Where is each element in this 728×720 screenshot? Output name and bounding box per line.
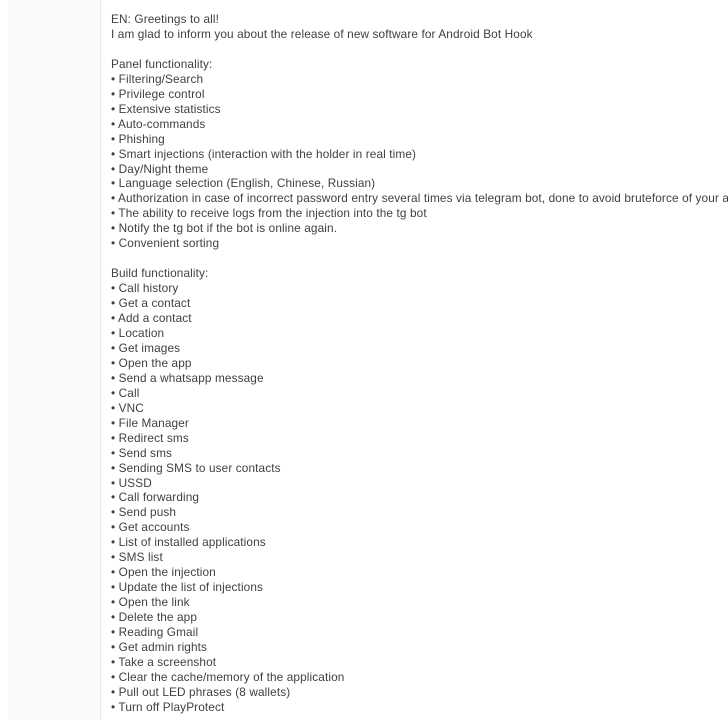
post-bullet-item: • VNC [111, 400, 144, 415]
post-bullet-item: • Send sms [111, 445, 173, 460]
post-bullet-item: • Clear the cache/memory of the applicat… [111, 669, 345, 684]
post-bullet-item: • Redirect sms [111, 430, 189, 445]
post-bullet-item: • Get accounts [111, 520, 190, 535]
post-bullet-item: • Get images [111, 340, 181, 355]
post-bullet-item: • Add a contact [111, 311, 192, 326]
post-bullet-item: • Call [111, 385, 140, 400]
post-bullet-item: • Call forwarding [111, 490, 200, 505]
post-bullet-item: • Phishing [111, 131, 165, 146]
post-bullet-item: • Pull out LED phrases (8 wallets) [111, 684, 291, 699]
post-bullet-item: • File Manager [111, 415, 189, 430]
post-bullet-item: • Smart injections (interaction with the… [111, 146, 417, 161]
post-bullet-item: • Turn off PlayProtect [111, 699, 225, 714]
post-bullet-item: • Take a screenshot [111, 654, 217, 669]
post-bullet-item: • USSD [111, 475, 152, 490]
post-bullet-item: • Convenient sorting [111, 236, 220, 251]
post-bullet-item: • The ability to receive logs from the i… [111, 206, 427, 221]
post-bullet-item: • Get admin rights [111, 640, 208, 654]
post-bullet-item: • Sending SMS to user contacts [111, 460, 281, 475]
left-page-edge [0, 0, 8, 720]
post-bullet-item: • Privilege control [111, 86, 205, 101]
post-bullet-item: • Language selection (English, Chinese, … [111, 176, 376, 191]
post-intro-line: I am glad to inform you about the releas… [111, 26, 533, 41]
post-spacer-0 [111, 42, 728, 57]
post-greeting-line: EN: Greetings to all! [111, 12, 220, 26]
post-bullet-item: • Send a whatsapp message [111, 370, 264, 385]
post-bullet-item: • Call history [111, 281, 179, 296]
post-bullet-item: • Reading Gmail [111, 625, 199, 640]
post-bullet-item: • Send push [111, 505, 177, 520]
post-bullet-item: • Extensive statistics [111, 101, 221, 116]
post-bullet-item: • Open the injection [111, 565, 216, 580]
post-bullet-item: • Location [111, 325, 165, 340]
left-sidebar-gutter [8, 0, 101, 720]
post-spacer-1 [111, 251, 728, 266]
post-section-heading: Panel functionality: [111, 56, 213, 71]
post-body-text: EN: Greetings to all! I am glad to inform… [111, 12, 728, 715]
post-bullet-item: • Delete the app [111, 610, 198, 625]
post-bullet-item: • List of installed applications [111, 535, 266, 550]
post-bullet-item: • Open the app [111, 355, 192, 370]
post-bullet-item: • SMS list [111, 550, 163, 565]
post-bullet-item: • Update the list of injections [111, 580, 264, 595]
post-bullet-item: • Get a contact [111, 296, 191, 311]
post-bullet-item: • Day/Night theme [111, 161, 209, 176]
post-bullet-item: • Filtering/Search [111, 71, 204, 86]
post-bullet-item: • Authorization in case of incorrect pas… [111, 191, 728, 206]
post-bullet-item: • Notify the tg bot if the bot is online… [111, 221, 338, 236]
post-bullet-item: • Open the link [111, 595, 190, 610]
post-bullet-item: • Auto-commands [111, 116, 206, 131]
page-root: EN: Greetings to all! I am glad to inform… [0, 0, 728, 720]
post-content-area: EN: Greetings to all! I am glad to inform… [101, 0, 728, 720]
post-section-heading: Build functionality: [111, 266, 209, 281]
